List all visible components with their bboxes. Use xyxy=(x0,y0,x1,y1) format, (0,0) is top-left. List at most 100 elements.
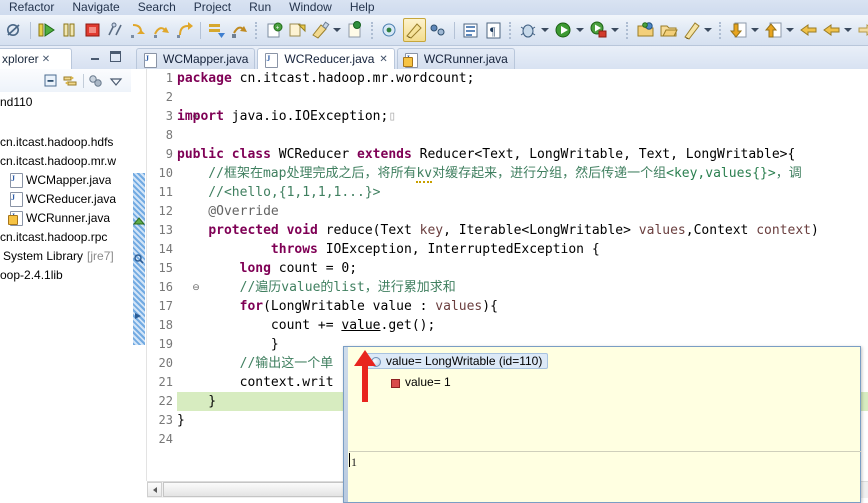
code-line-10: //框架在map处理完成之后，将所有kv对缓存起来，进行分组，然后传递一个组<k… xyxy=(177,166,802,183)
tree-item-label: WCReducer.java xyxy=(26,191,117,206)
link-with-editor-icon[interactable] xyxy=(61,72,81,90)
tree-item-package[interactable]: cn.itcast.hadoop.hdfs xyxy=(0,132,131,151)
maximize-icon[interactable] xyxy=(110,51,121,62)
run-launch-icon[interactable] xyxy=(553,19,574,41)
chevron-down-icon[interactable] xyxy=(750,19,760,41)
pencil-icon[interactable] xyxy=(681,19,702,41)
suspend-icon[interactable] xyxy=(59,19,80,41)
forward-navigation-icon[interactable] xyxy=(856,19,868,41)
menu-item-run[interactable]: Run xyxy=(240,0,280,15)
disconnect-icon[interactable] xyxy=(105,19,126,41)
chevron-down-icon[interactable] xyxy=(332,19,342,41)
chevron-down-icon[interactable] xyxy=(703,19,713,41)
java-file-icon: J xyxy=(263,52,279,68)
tab-wcreducer-java[interactable]: J WCReducer.java ✕ xyxy=(257,48,395,69)
tab-package-explorer[interactable]: xplorer ✕ xyxy=(0,48,72,69)
chevron-down-icon[interactable] xyxy=(610,19,620,41)
horizontal-scroll-thumb[interactable] xyxy=(163,482,353,497)
tree-item-wcmapper-java[interactable]: J WCMapper.java xyxy=(0,170,131,189)
pencil-edit-icon[interactable] xyxy=(403,18,426,42)
tree-item-package[interactable]: cn.itcast.hadoop.mr.w xyxy=(0,151,131,170)
open-console-icon[interactable] xyxy=(460,19,481,41)
focus-on-active-task-icon[interactable] xyxy=(86,72,106,90)
menu-item-navigate[interactable]: Navigate xyxy=(63,0,128,15)
collapsed-marker-icon[interactable] xyxy=(132,215,146,227)
svg-text:+: + xyxy=(276,26,280,32)
code-line-9: public class WCReducer extends Reducer<T… xyxy=(177,147,796,162)
export-folder-icon[interactable] xyxy=(658,19,679,41)
coverage-icon[interactable] xyxy=(588,19,609,41)
red-annotation-arrow xyxy=(348,348,384,404)
menu-bar: Refactor Navigate Search Project Run Win… xyxy=(0,0,868,15)
tree-item-label: cn.itcast.hadoop.mr.w xyxy=(0,153,117,168)
chevron-down-icon[interactable] xyxy=(843,19,853,41)
menu-item-window[interactable]: Window xyxy=(280,0,341,15)
use-step-filters-icon[interactable] xyxy=(229,19,250,41)
open-task-icon[interactable] xyxy=(380,19,401,41)
menu-item-project[interactable]: Project xyxy=(185,0,240,15)
resume-icon[interactable] xyxy=(36,19,57,41)
new-java-project-icon[interactable]: + xyxy=(264,19,285,41)
scroll-left-arrow-icon[interactable] xyxy=(147,482,162,497)
drop-to-frame-icon[interactable] xyxy=(206,19,227,41)
toggle-breakpoint-icon[interactable] xyxy=(428,19,449,41)
code-line-16: //遍历value的list，进行累加求和 xyxy=(177,280,456,295)
chevron-down-icon[interactable] xyxy=(785,19,795,41)
tab-wcmapper-java[interactable]: J WCMapper.java xyxy=(136,48,256,69)
view-menu-icon[interactable] xyxy=(106,72,126,90)
open-folder-icon[interactable] xyxy=(635,19,656,41)
collapse-all-icon[interactable] xyxy=(41,72,61,90)
explorer-tab-label: xplorer xyxy=(2,52,39,66)
step-into-icon[interactable] xyxy=(128,19,149,41)
line-number: 15 xyxy=(158,261,173,275)
menu-item-help[interactable]: Help xyxy=(341,0,384,15)
tooltip-root-variable[interactable]: value= LongWritable (id=110) xyxy=(366,353,549,369)
terminate-icon[interactable] xyxy=(82,19,103,41)
minimize-icon[interactable] xyxy=(90,51,101,62)
step-over-icon[interactable] xyxy=(151,19,172,41)
previous-annotation-icon[interactable] xyxy=(798,19,819,41)
toggle-mark-occurrences-icon[interactable] xyxy=(345,19,366,41)
debug-launch-icon[interactable] xyxy=(518,19,539,41)
tree-item-library[interactable]: oop-2.4.1lib xyxy=(0,265,131,284)
current-instruction-pointer-icon[interactable] xyxy=(133,310,145,322)
menu-label: Project xyxy=(193,0,232,14)
eclipse-window: Refactor Navigate Search Project Run Win… xyxy=(0,0,868,503)
code-line-14: throws IOException, InterruptedException… xyxy=(270,242,600,257)
toolbar-dot-separator xyxy=(626,21,630,39)
tooltip-child-variable[interactable]: value= 1 xyxy=(388,374,451,390)
tree-item-wcrunner-java[interactable]: J WCRunner.java xyxy=(0,208,131,227)
menu-item-search[interactable]: Search xyxy=(129,0,185,15)
show-whitespace-icon[interactable]: ¶ xyxy=(483,19,504,41)
chevron-down-icon[interactable] xyxy=(540,19,550,41)
editor-tab-label: WCReducer.java xyxy=(284,52,375,66)
line-number: 1 xyxy=(165,71,173,85)
menu-item-refactor[interactable]: Refactor xyxy=(0,0,63,15)
close-icon[interactable]: ✕ xyxy=(379,54,387,65)
tree-item-project[interactable]: nd110 xyxy=(0,92,131,111)
tooltip-detail-value: 1 xyxy=(351,455,357,469)
line-number: 16 xyxy=(158,280,173,294)
tree-item-system-library[interactable]: System Library [jre7] xyxy=(0,246,131,265)
tab-wcrunner-java[interactable]: J WCRunner.java xyxy=(396,48,515,69)
skip-all-breakpoints-icon[interactable] xyxy=(4,19,25,41)
tree-item-wcreducer-java[interactable]: J WCReducer.java xyxy=(0,189,131,208)
line-number: 2 xyxy=(165,90,173,104)
search-marker-icon[interactable] xyxy=(133,253,145,265)
back-navigation-icon[interactable] xyxy=(821,19,842,41)
step-return-icon[interactable] xyxy=(174,19,195,41)
new-java-class-icon[interactable] xyxy=(287,19,308,41)
debug-variable-tooltip[interactable]: value= LongWritable (id=110) value= 1 1 xyxy=(343,346,861,503)
upload-icon[interactable] xyxy=(763,19,784,41)
download-icon[interactable] xyxy=(728,19,749,41)
code-line-23: } xyxy=(177,413,185,428)
editor-tab-label: WCMapper.java xyxy=(163,52,249,66)
close-icon[interactable]: ✕ xyxy=(42,54,50,65)
project-tree[interactable]: nd110 cn.itcast.hadoop.hdfs cn.itcast.ha… xyxy=(0,92,131,503)
tooltip-child-label: value= 1 xyxy=(405,375,451,389)
java-file-icon: J xyxy=(8,172,23,188)
open-type-icon[interactable] xyxy=(310,19,331,41)
tree-item-package[interactable]: cn.itcast.hadoop.rpc xyxy=(0,227,131,246)
editor-vertical-ruler[interactable] xyxy=(131,69,147,481)
chevron-down-icon[interactable] xyxy=(575,19,585,41)
